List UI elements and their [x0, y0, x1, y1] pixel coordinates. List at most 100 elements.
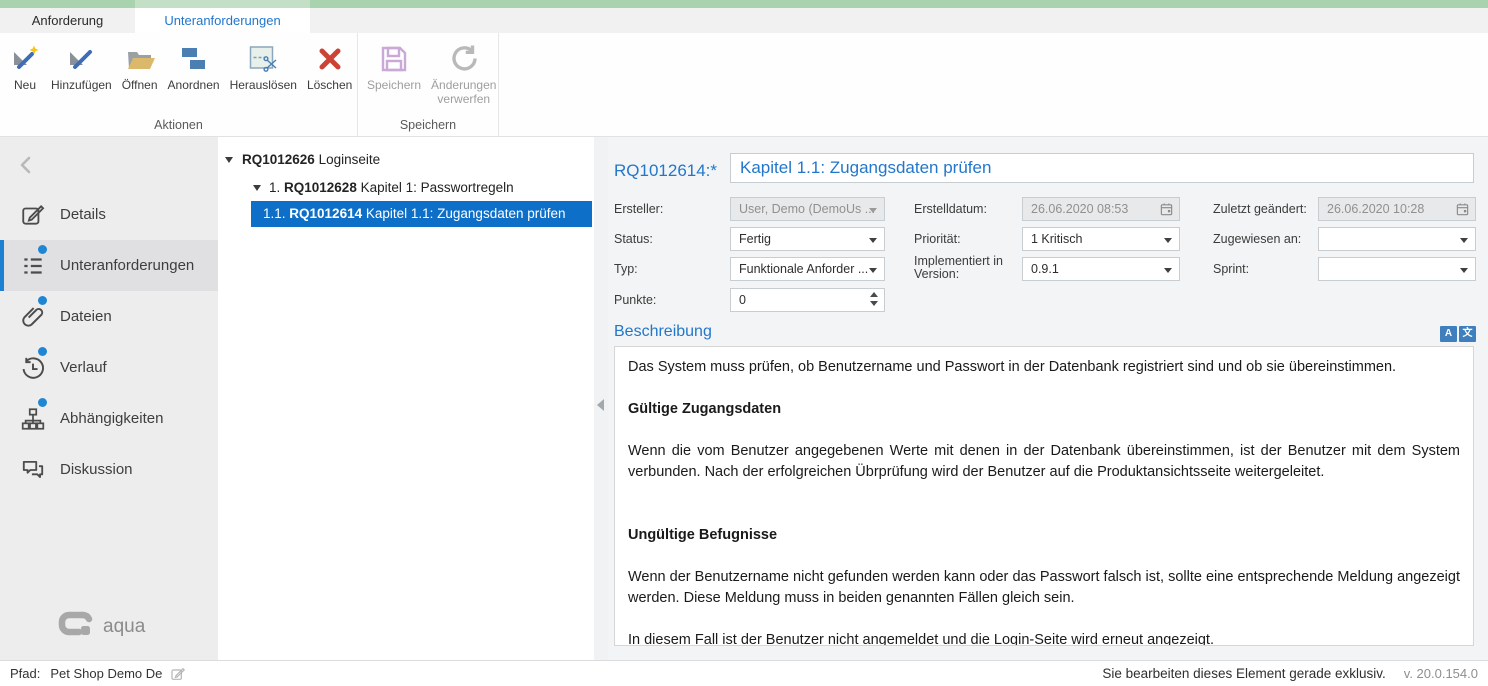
- herausloesen-button[interactable]: Herauslösen: [225, 43, 302, 92]
- calendar-icon: [1455, 202, 1470, 217]
- tab-unteranforderungen[interactable]: Unteranforderungen: [135, 8, 310, 33]
- erstelldatum-field[interactable]: 26.06.2020 08:53: [1022, 197, 1180, 221]
- spinner-arrows-icon[interactable]: [870, 292, 878, 306]
- translate-a-icon: A: [1440, 326, 1457, 342]
- app-window: Anforderung Unteranforderungen Neu Hinzu…: [0, 0, 1488, 686]
- tree-item-rq1012628[interactable]: 1. RQ1012628 Kapitel 1: Passwortregeln: [218, 175, 594, 201]
- zugewiesen-an-label: Zugewiesen an:: [1213, 227, 1301, 251]
- extract-scissors-icon: [247, 43, 279, 75]
- zugewiesen-an-dropdown[interactable]: [1318, 227, 1476, 251]
- chevron-down-icon: [869, 268, 877, 273]
- description-paragraph: Ungültige Befugnisse: [628, 525, 1460, 546]
- expander-icon[interactable]: [253, 185, 261, 191]
- sidebar-item-diskussion[interactable]: Diskussion: [0, 444, 218, 495]
- description-paragraph: Gültige Zugangsdaten: [628, 399, 1460, 420]
- oeffnen-button-label: Öffnen: [122, 78, 158, 92]
- sidebar-item-label: Verlauf: [60, 342, 107, 393]
- ribbon-tab-row: Anforderung Unteranforderungen: [0, 8, 1488, 33]
- group-label-aktionen: Aktionen: [0, 118, 357, 132]
- edit-path-icon[interactable]: [170, 666, 186, 682]
- tree-item-prefix: 1.: [269, 180, 284, 195]
- aenderungen-verwerfen-button[interactable]: Änderungen verwerfen: [426, 43, 501, 106]
- sprint-dropdown[interactable]: [1318, 257, 1476, 281]
- sidebar-item-unteranforderungen[interactable]: Unteranforderungen: [0, 240, 218, 291]
- requirement-detail-form: RQ1012614:* Kapitel 1.1: Zugangsdaten pr…: [608, 137, 1488, 660]
- description-paragraph: [628, 504, 1460, 525]
- loeschen-button[interactable]: Löschen: [302, 43, 357, 92]
- oeffnen-button[interactable]: Öffnen: [117, 43, 163, 92]
- erstelldatum-label: Erstelldatum:: [914, 197, 987, 221]
- description-paragraph: Wenn die vom Benutzer angegebenen Werte …: [628, 441, 1460, 483]
- neu-button-label: Neu: [14, 78, 36, 92]
- undo-arrow-icon: [448, 43, 480, 75]
- sidebar-item-abhaengigkeiten[interactable]: Abhängigkeiten: [0, 393, 218, 444]
- aqua-logo-icon: [56, 609, 96, 644]
- sidebar-item-label: Diskussion: [60, 444, 133, 495]
- requirements-tree: RQ1012626 Loginseite 1. RQ1012628 Kapite…: [218, 137, 594, 660]
- hinzufuegen-button[interactable]: Hinzufügen: [46, 43, 117, 92]
- status-dropdown[interactable]: Fertig: [730, 227, 885, 251]
- translate-lang-icon: 文: [1459, 326, 1476, 342]
- tree-item-id: RQ1012628: [284, 180, 357, 195]
- collapse-left-icon[interactable]: [597, 399, 604, 411]
- tree-item-rq1012614-selected[interactable]: 1.1. RQ1012614 Kapitel 1.1: Zugangsdaten…: [218, 201, 594, 227]
- sidebar-item-dateien[interactable]: Dateien: [0, 291, 218, 342]
- chevron-down-icon: [1460, 238, 1468, 243]
- toolbar-group-speichern: Speichern Änderungen verwerfen Speichern: [358, 33, 499, 136]
- zuletzt-geaendert-value: 26.06.2020 10:28: [1327, 202, 1424, 216]
- hierarchy-icon: [20, 406, 46, 432]
- chevron-down-icon: [869, 238, 877, 243]
- expander-icon[interactable]: [225, 157, 233, 163]
- ersteller-value: User, Demo (DemoUs ...: [739, 202, 875, 216]
- aenderungen-verwerfen-button-label: Änderungen verwerfen: [431, 78, 496, 106]
- anordnen-button[interactable]: Anordnen: [163, 43, 225, 92]
- status-bar: Pfad: Pet Shop Demo De Sie bearbeiten di…: [0, 660, 1488, 686]
- top-accent-strip-active: [135, 0, 310, 8]
- chevron-down-icon: [1164, 268, 1172, 273]
- tree-item-rq1012626[interactable]: RQ1012626 Loginseite: [218, 147, 594, 173]
- list-icon: [20, 253, 46, 279]
- sprint-label: Sprint:: [1213, 257, 1249, 281]
- typ-dropdown[interactable]: Funktionale Anforder ...: [730, 257, 885, 281]
- zuletzt-geaendert-label: Zuletzt geändert:: [1213, 197, 1307, 221]
- status-label: Status:: [614, 227, 653, 251]
- save-floppy-icon: [378, 43, 410, 75]
- implementiert-in-version-dropdown[interactable]: 0.9.1: [1022, 257, 1180, 281]
- description-paragraph: [628, 483, 1460, 504]
- status-value: Fertig: [739, 232, 771, 246]
- speichern-button[interactable]: Speichern: [362, 43, 426, 92]
- badge-dot: [38, 398, 47, 407]
- tree-item-id: RQ1012626: [242, 152, 315, 167]
- punkte-stepper[interactable]: 0: [730, 288, 885, 312]
- herausloesen-button-label: Herauslösen: [230, 78, 297, 92]
- neu-button[interactable]: Neu: [4, 43, 46, 92]
- group-label-speichern: Speichern: [358, 118, 498, 132]
- panel-splitter[interactable]: [594, 137, 608, 660]
- description-paragraph: [628, 420, 1460, 441]
- arrange-rects-icon: [178, 43, 210, 75]
- edit-details-icon: [20, 202, 46, 228]
- tree-item-id: RQ1012614: [289, 206, 362, 221]
- add-pen-icon: [65, 43, 97, 75]
- erstelldatum-value: 26.06.2020 08:53: [1031, 202, 1128, 216]
- sidebar-item-details[interactable]: Details: [0, 189, 218, 240]
- title-input[interactable]: Kapitel 1.1: Zugangsdaten prüfen: [730, 153, 1474, 183]
- version-label: v. 20.0.154.0: [1404, 666, 1478, 681]
- chat-icon: [20, 457, 46, 483]
- translate-button[interactable]: A 文: [1440, 326, 1476, 342]
- sidebar-item-verlauf[interactable]: Verlauf: [0, 342, 218, 393]
- ersteller-label: Ersteller:: [614, 197, 663, 221]
- beschreibung-editor[interactable]: Das System muss prüfen, ob Benutzername …: [614, 346, 1474, 646]
- ribbon-toolbar: Neu Hinzufügen Öffnen Anordnen Herauslös…: [0, 33, 1488, 137]
- ersteller-dropdown[interactable]: User, Demo (DemoUs ...: [730, 197, 885, 221]
- zuletzt-geaendert-field[interactable]: 26.06.2020 10:28: [1318, 197, 1476, 221]
- delete-x-icon: [314, 43, 346, 75]
- aqua-logo: aqua: [56, 609, 145, 644]
- prioritaet-dropdown[interactable]: 1 Kritisch: [1022, 227, 1180, 251]
- sidebar-item-label: Details: [60, 189, 106, 240]
- requirement-id-label: RQ1012614:*: [614, 161, 717, 181]
- new-wand-icon: [9, 43, 41, 75]
- tab-anforderung[interactable]: Anforderung: [0, 8, 135, 33]
- sidebar-collapse-button[interactable]: [14, 153, 38, 177]
- description-paragraph: [628, 609, 1460, 630]
